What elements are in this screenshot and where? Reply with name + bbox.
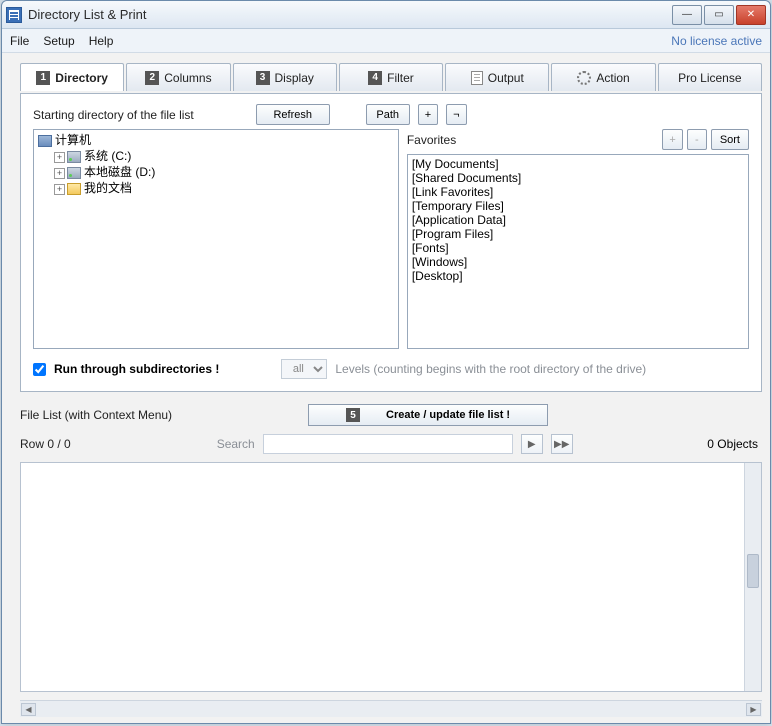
- close-button[interactable]: ✕: [736, 5, 766, 25]
- list-item[interactable]: [Desktop]: [412, 269, 744, 283]
- app-icon: [6, 7, 22, 23]
- scroll-left-icon[interactable]: ◀: [21, 703, 36, 716]
- tab-action[interactable]: Action: [551, 63, 655, 91]
- tab-directory[interactable]: 1Directory: [20, 63, 124, 91]
- tree-node[interactable]: +本地磁盘 (D:): [54, 164, 394, 180]
- list-item[interactable]: [Fonts]: [412, 241, 744, 255]
- expand-icon[interactable]: +: [54, 184, 65, 195]
- levels-combo[interactable]: all: [281, 359, 327, 379]
- objects-count: 0 Objects: [707, 437, 758, 451]
- minimize-button[interactable]: —: [672, 5, 702, 25]
- drive-icon: [67, 167, 81, 179]
- window-title: Directory List & Print: [28, 7, 146, 22]
- tree-node[interactable]: +系统 (C:): [54, 148, 394, 164]
- vertical-scrollbar[interactable]: [744, 463, 761, 691]
- tabstrip: 1Directory 2Columns 3Display 4Filter Out…: [20, 63, 762, 93]
- folder-icon: [67, 183, 81, 195]
- search-next-button[interactable]: ▶: [521, 434, 543, 454]
- search-input[interactable]: [263, 434, 513, 454]
- list-item[interactable]: [Application Data]: [412, 213, 744, 227]
- computer-icon: [38, 135, 52, 147]
- tab-display[interactable]: 3Display: [233, 63, 337, 91]
- tab-filter[interactable]: 4Filter: [339, 63, 443, 91]
- drive-icon: [67, 151, 81, 163]
- license-status: No license active: [671, 34, 762, 48]
- tree-node[interactable]: +我的文档: [54, 180, 394, 196]
- expand-icon[interactable]: +: [54, 152, 65, 163]
- filelist-header-label: File List (with Context Menu): [20, 408, 172, 422]
- list-item[interactable]: [Windows]: [412, 255, 744, 269]
- menu-file[interactable]: File: [10, 34, 29, 48]
- horizontal-scrollbar[interactable]: ◀ ▶: [20, 700, 762, 717]
- sheet-icon: [471, 71, 483, 85]
- directory-panel: Starting directory of the file list Refr…: [20, 93, 762, 392]
- create-filelist-button[interactable]: 5 Create / update file list !: [308, 404, 548, 426]
- menubar: File Setup Help No license active: [2, 29, 770, 53]
- subdirs-label: Run through subdirectories !: [54, 362, 219, 376]
- path-button[interactable]: Path: [366, 104, 410, 125]
- fav-remove-button[interactable]: -: [687, 129, 707, 150]
- expand-icon[interactable]: +: [54, 168, 65, 179]
- scroll-right-icon[interactable]: ▶: [746, 703, 761, 716]
- menu-help[interactable]: Help: [89, 34, 114, 48]
- search-label: Search: [217, 437, 255, 451]
- list-item[interactable]: [My Documents]: [412, 157, 744, 171]
- subdirs-checkbox[interactable]: [33, 363, 46, 376]
- path-add-button[interactable]: +: [418, 104, 438, 125]
- fav-add-button[interactable]: +: [662, 129, 682, 150]
- row-counter: Row 0 / 0: [20, 437, 71, 451]
- path-neg-button[interactable]: ¬: [446, 104, 466, 125]
- tree-root[interactable]: 计算机 +系统 (C:) +本地磁盘 (D:) +我的文档: [38, 132, 394, 196]
- list-item[interactable]: [Link Favorites]: [412, 185, 744, 199]
- maximize-button[interactable]: ▭: [704, 5, 734, 25]
- directory-tree[interactable]: 计算机 +系统 (C:) +本地磁盘 (D:) +我的文档: [33, 129, 399, 349]
- gear-icon: [577, 71, 591, 85]
- app-window: Directory List & Print — ▭ ✕ File Setup …: [1, 0, 771, 724]
- menu-setup[interactable]: Setup: [43, 34, 74, 48]
- fav-sort-button[interactable]: Sort: [711, 129, 749, 150]
- tab-pro-license[interactable]: Pro License: [658, 63, 762, 91]
- filelist-grid[interactable]: [20, 462, 762, 692]
- start-dir-label: Starting directory of the file list: [33, 108, 194, 122]
- list-item[interactable]: [Program Files]: [412, 227, 744, 241]
- titlebar[interactable]: Directory List & Print — ▭ ✕: [2, 1, 770, 29]
- levels-hint: Levels (counting begins with the root di…: [335, 362, 646, 376]
- search-last-button[interactable]: ▶▶: [551, 434, 573, 454]
- favorites-list[interactable]: [My Documents] [Shared Documents] [Link …: [407, 154, 749, 349]
- refresh-button[interactable]: Refresh: [256, 104, 330, 125]
- scroll-thumb[interactable]: [747, 554, 759, 588]
- tab-columns[interactable]: 2Columns: [126, 63, 230, 91]
- list-item[interactable]: [Shared Documents]: [412, 171, 744, 185]
- list-item[interactable]: [Temporary Files]: [412, 199, 744, 213]
- favorites-label: Favorites: [407, 133, 456, 147]
- tab-output[interactable]: Output: [445, 63, 549, 91]
- client-area: 1Directory 2Columns 3Display 4Filter Out…: [2, 53, 770, 723]
